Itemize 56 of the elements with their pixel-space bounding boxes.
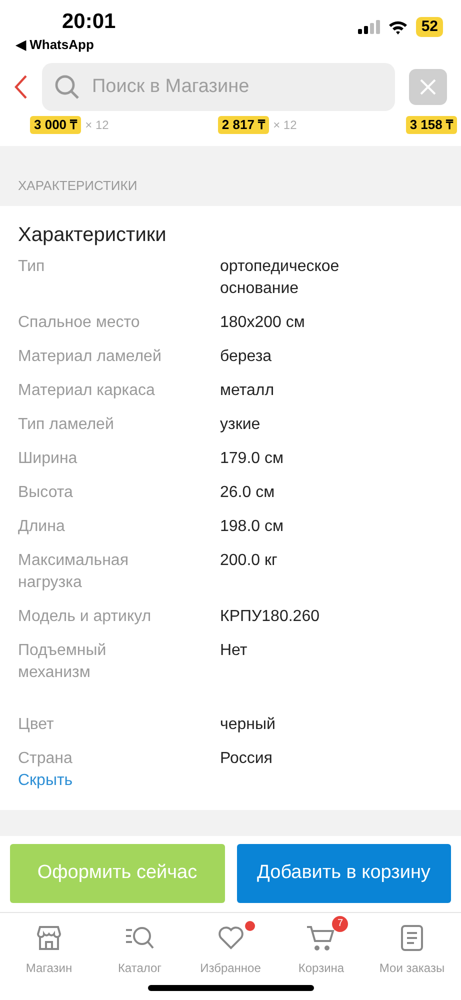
spec-label: Высота [18,483,74,503]
installment-multiplier: × 12 [273,117,297,134]
spec-value: КРПУ180.260 [220,607,320,627]
installment-multiplier: × 12 [85,117,109,134]
catalog-search-icon [124,925,155,951]
spec-value: Нет [220,641,248,661]
status-time: 20:01 [62,10,116,34]
spec-label: Цвет [18,715,55,735]
cart-icon [306,925,336,951]
action-button[interactable]: Добавить в корзину [236,844,451,903]
back-icon[interactable] [14,74,28,100]
spec-value: ортопедическое основание [220,257,340,299]
nav-tab[interactable]: Магазин [4,913,94,977]
price-tag: 2 817 ₸ [218,116,270,134]
spec-label: Материал каркаса [18,381,156,401]
spec-value: черный [220,715,276,735]
nav-tab[interactable]: Мои заказы [367,913,457,977]
spec-label: Тип ламелей [18,415,115,435]
count-badge: 7 [332,916,348,932]
battery-indicator: 52 [416,17,443,37]
spec-label: Страна [18,749,74,769]
spec-label: Спальное место [18,313,141,333]
spec-label: Длина [18,517,66,537]
wifi-icon [388,20,408,34]
spec-value: 179.0 см [220,449,284,469]
store-icon [36,925,62,951]
spec-value: узкие [220,415,262,435]
price-tag: 3 158 ₸ [406,116,457,134]
nav-tab[interactable]: Каталог [94,913,185,977]
action-button[interactable]: Оформить сейчас [10,844,224,903]
spec-value: 200.0 кг [220,551,278,571]
nav-tab[interactable]: Избранное [186,913,276,977]
nav-tab[interactable]: 7 Корзина [276,913,366,977]
spec-value: Россия [220,749,274,769]
hide-link[interactable]: Скрыть [18,770,73,792]
spec-label: Подъемный механизм [18,641,108,683]
search-field[interactable]: Поиск в Магазине [42,63,395,111]
document-icon [400,925,424,951]
spec-label: Материал ламелей [18,347,162,367]
spec-label: Модель и артикул [18,607,152,627]
section-heading: ХАРАКТЕРИСТИКИ [17,177,138,195]
spec-value: 198.0 см [220,517,284,537]
price-tag: 3 000 ₸ [30,116,82,134]
spec-value: металл [220,381,276,401]
spec-label: Максимальная нагрузка [18,551,130,593]
specs-title: Характеристики [18,223,168,248]
spec-label: Тип [18,257,46,277]
heart-icon [216,926,244,950]
spec-value: 26.0 см [220,483,276,503]
spec-value: 180x200 см [220,313,306,333]
search-icon [54,74,80,100]
spec-value: береза [220,347,273,367]
close-icon [419,78,437,96]
signal-icon [358,20,380,34]
back-to-app-link[interactable]: ◀ WhatsApp [16,36,94,54]
spec-label: Ширина [18,449,78,469]
